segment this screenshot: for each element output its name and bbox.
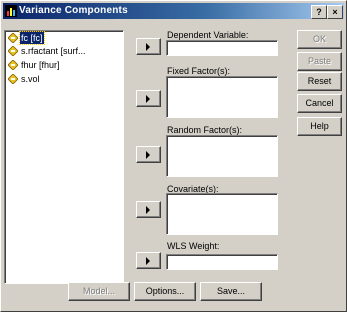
random-factors-label: Random Factor(s): — [167, 125, 243, 135]
scale-variable-icon — [8, 60, 18, 70]
source-variable-list[interactable]: fc [fc] s.rfactant [surf... fhur [fhur] … — [4, 30, 124, 284]
reset-button[interactable]: Reset — [297, 72, 342, 91]
wls-weight-label: WLS Weight: — [167, 241, 220, 251]
close-icon: × — [332, 7, 338, 17]
variable-label: fhur [fhur] — [21, 60, 60, 70]
right-arrow-icon — [146, 43, 150, 51]
options-button[interactable]: Options... — [134, 282, 196, 301]
move-to-wls-weight-button[interactable] — [136, 252, 161, 269]
model-button[interactable]: Model... — [68, 282, 130, 301]
variance-window-icon — [5, 5, 17, 17]
variance-components-dialog: Variance Components ? × fc [fc] s.rfacta… — [0, 0, 347, 312]
right-arrow-icon — [146, 95, 150, 103]
ok-button[interactable]: OK — [297, 30, 342, 49]
covariates-list[interactable] — [166, 193, 278, 235]
dependent-variable-field[interactable] — [166, 40, 278, 56]
save-button[interactable]: Save... — [200, 282, 262, 301]
move-to-fixed-factors-button[interactable] — [136, 90, 161, 107]
move-to-dependent-button[interactable] — [136, 38, 161, 55]
wls-weight-field[interactable] — [166, 254, 278, 270]
move-to-random-factors-button[interactable] — [136, 146, 161, 163]
scale-variable-icon — [8, 46, 18, 56]
help-button[interactable]: Help — [297, 117, 342, 136]
fixed-factors-label: Fixed Factor(s): — [167, 66, 231, 76]
close-button[interactable]: × — [327, 5, 343, 19]
variable-label: fc [fc] — [19, 31, 45, 45]
window-title: Variance Components — [19, 5, 128, 16]
title-bar[interactable]: Variance Components ? × — [3, 3, 344, 19]
dependent-variable-label: Dependent Variable: — [167, 30, 249, 40]
variable-label: s.vol — [21, 74, 40, 84]
random-factors-list[interactable] — [166, 135, 278, 177]
cancel-button[interactable]: Cancel — [297, 94, 342, 113]
fixed-factors-list[interactable] — [166, 76, 278, 118]
right-arrow-icon — [146, 151, 150, 159]
right-arrow-icon — [146, 257, 150, 265]
paste-button[interactable]: Paste — [297, 52, 342, 71]
help-title-button[interactable]: ? — [311, 5, 327, 19]
question-icon: ? — [316, 7, 322, 17]
scale-variable-icon — [8, 33, 18, 43]
move-to-covariates-button[interactable] — [136, 201, 161, 218]
right-arrow-icon — [146, 206, 150, 214]
scale-variable-icon — [8, 74, 18, 84]
variable-label: s.rfactant [surf... — [21, 46, 86, 56]
